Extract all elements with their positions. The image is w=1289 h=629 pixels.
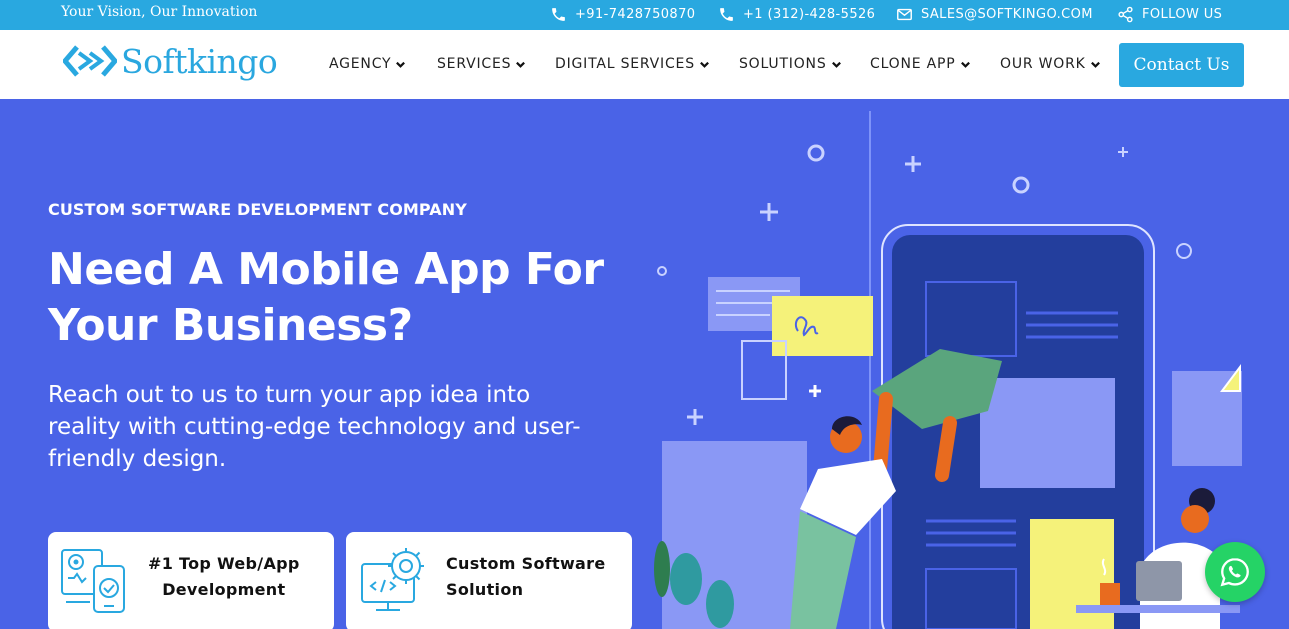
follow-us-text: FOLLOW US: [1142, 7, 1223, 22]
feature-card-label: #1 Top Web/App Development: [148, 551, 300, 603]
nav-item-label: AGENCY: [329, 56, 392, 72]
custom-software-icon: [361, 548, 424, 611]
hero-headline: Need A Mobile App For Your Business?: [48, 244, 604, 351]
nav-item-label: CLONE APP: [870, 56, 956, 72]
hero-eyebrow: CUSTOM SOFTWARE DEVELOPMENT COMPANY: [48, 200, 467, 219]
logo-text: Softkingo: [121, 41, 278, 81]
phone-us-text: +1 (312)-428-5526: [743, 7, 876, 22]
chevron-down-icon: [699, 61, 709, 68]
mail-icon: [897, 8, 912, 21]
phone-us-link[interactable]: +1 (312)-428-5526: [718, 6, 875, 23]
nav-item-our-work[interactable]: OUR WORK: [1000, 56, 1101, 72]
hero-illustration: [654, 111, 1242, 629]
main-navigation: Softkingo AGENCY SERVICES DIGITAL SERVIC…: [0, 30, 1289, 99]
logo[interactable]: Softkingo: [63, 41, 278, 81]
chevron-down-icon: [831, 61, 841, 68]
feature-card-web-app[interactable]: #1 Top Web/App Development: [48, 532, 334, 629]
nav-item-label: DIGITAL SERVICES: [555, 56, 695, 72]
nav-item-solutions[interactable]: SOLUTIONS: [739, 56, 842, 72]
tagline: Your Vision, Our Innovation: [61, 4, 258, 20]
nav-item-services[interactable]: SERVICES: [437, 56, 526, 72]
email-text: SALES@SOFTKINGO.COM: [921, 7, 1093, 22]
feature-card-custom-software[interactable]: Custom Software Solution: [346, 532, 632, 629]
feature-card-line1: Custom Software: [446, 554, 606, 573]
nav-item-agency[interactable]: AGENCY: [329, 56, 406, 72]
follow-us-link[interactable]: FOLLOW US: [1117, 6, 1222, 23]
phone-icon: [552, 8, 565, 21]
feature-card-line1: #1 Top Web/App: [148, 554, 300, 573]
nav-item-label: SOLUTIONS: [739, 56, 827, 72]
nav-item-label: OUR WORK: [1000, 56, 1086, 72]
phone-india-link[interactable]: +91-7428750870: [550, 6, 695, 23]
whatsapp-icon: [1220, 558, 1249, 587]
mobile-development-icon: [61, 549, 125, 613]
hero-section: CUSTOM SOFTWARE DEVELOPMENT COMPANY Need…: [0, 99, 1289, 629]
phone-icon: [720, 8, 733, 21]
top-bar: Your Vision, Our Innovation +91-74287508…: [0, 0, 1289, 30]
contact-us-button[interactable]: Contact Us: [1119, 43, 1244, 87]
chevron-down-icon: [396, 61, 406, 68]
share-icon: [1118, 6, 1133, 23]
feature-card-label: Custom Software Solution: [446, 551, 605, 603]
chevron-down-icon: [516, 61, 526, 68]
feature-card-line2: Solution: [446, 580, 524, 599]
email-link[interactable]: SALES@SOFTKINGO.COM: [896, 6, 1093, 23]
nav-item-clone-app[interactable]: CLONE APP: [870, 56, 971, 72]
chevron-down-icon: [1090, 61, 1100, 68]
whatsapp-chat-button[interactable]: [1205, 542, 1265, 602]
logo-mark-icon: [63, 45, 117, 77]
nav-item-label: SERVICES: [437, 56, 512, 72]
phone-india-text: +91-7428750870: [575, 7, 696, 22]
feature-card-line2: Development: [162, 580, 286, 599]
hero-subtext: Reach out to us to turn your app idea in…: [48, 382, 581, 472]
nav-item-digital-services[interactable]: DIGITAL SERVICES: [555, 56, 710, 72]
chevron-down-icon: [960, 61, 970, 68]
